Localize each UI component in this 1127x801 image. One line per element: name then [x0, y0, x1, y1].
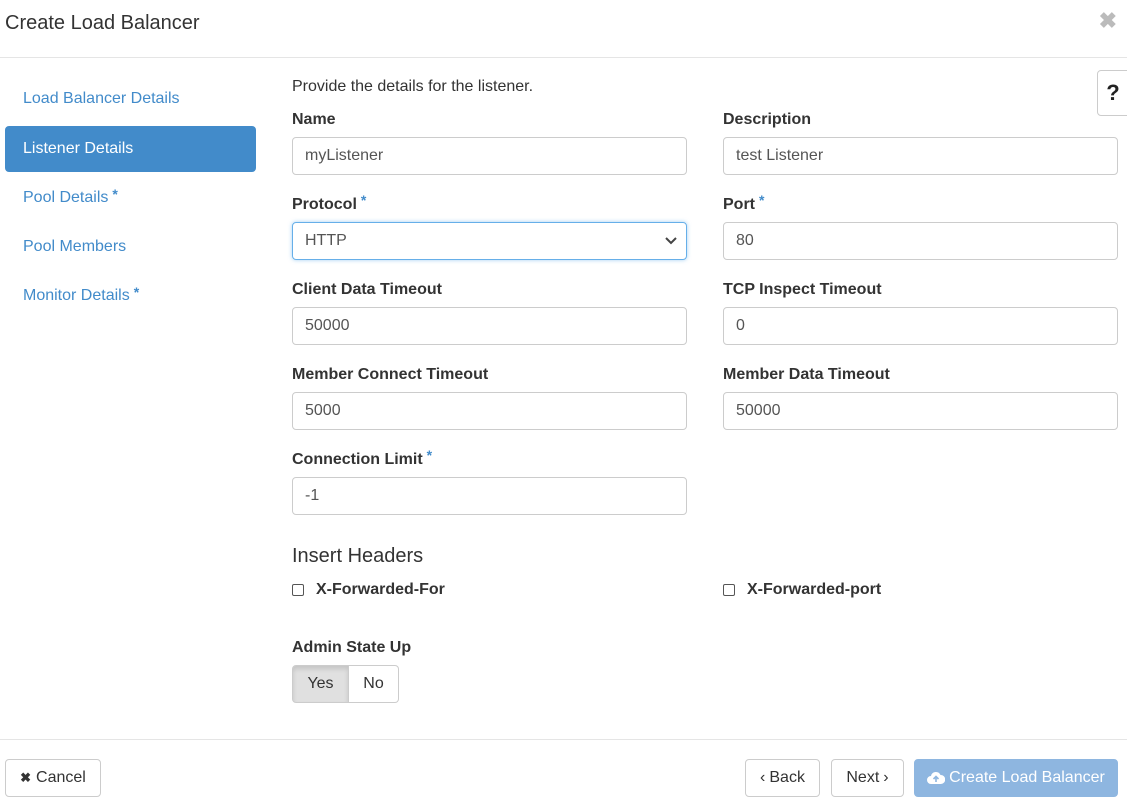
- chevron-right-icon: ›: [883, 769, 889, 786]
- client-data-timeout-label: Client Data Timeout: [292, 281, 442, 298]
- description-label: Description: [723, 111, 812, 128]
- sidebar-item-label: Pool Members: [23, 238, 127, 255]
- next-label: Next: [846, 769, 880, 786]
- member-connect-timeout-label: Member Connect Timeout: [292, 366, 489, 383]
- admin-state-toggle: Yes No: [292, 665, 399, 703]
- protocol-label-text: Protocol: [292, 196, 357, 213]
- port-label: Port *: [723, 192, 764, 214]
- port-input[interactable]: [723, 222, 1118, 260]
- cloud-upload-icon: [927, 771, 946, 784]
- cancel-button[interactable]: ✖ Cancel: [5, 759, 101, 797]
- connection-limit-input[interactable]: [292, 477, 687, 515]
- client-data-timeout-input[interactable]: [292, 307, 687, 345]
- required-mark: *: [360, 192, 367, 208]
- protocol-label: Protocol *: [292, 192, 366, 214]
- tcp-inspect-timeout-input[interactable]: [723, 307, 1118, 345]
- create-label: Create Load Balancer: [949, 769, 1105, 786]
- checkbox-icon[interactable]: [292, 583, 304, 596]
- dialog-title: Create Load Balancer: [5, 12, 200, 34]
- sidebar-item-pool-details[interactable]: Pool Details *: [5, 175, 256, 221]
- admin-state-yes-button[interactable]: Yes: [292, 665, 349, 703]
- chevron-down-icon: [665, 237, 677, 245]
- back-button[interactable]: ‹ Back: [745, 759, 820, 797]
- sidebar-item-load-balancer-details[interactable]: Load Balancer Details: [5, 76, 256, 122]
- protocol-value: HTTP: [305, 232, 347, 249]
- required-mark: *: [133, 284, 140, 300]
- close-icon: ✖: [20, 770, 32, 785]
- required-mark: *: [112, 186, 118, 202]
- footer-divider: [0, 739, 1127, 740]
- sidebar-item-label: Listener Details: [23, 140, 134, 157]
- member-data-timeout-label: Member Data Timeout: [723, 366, 890, 383]
- x-forwarded-for-checkbox[interactable]: X-Forwarded-For: [292, 581, 445, 599]
- close-icon[interactable]: ✖: [1099, 8, 1117, 34]
- tcp-inspect-timeout-label: TCP Inspect Timeout: [723, 281, 882, 298]
- chevron-left-icon: ‹: [760, 769, 766, 786]
- name-label: Name: [292, 111, 336, 128]
- admin-state-no-button[interactable]: No: [349, 665, 399, 703]
- sidebar-item-pool-members[interactable]: Pool Members: [5, 224, 256, 270]
- connection-limit-label: Connection Limit *: [292, 447, 432, 469]
- back-label: Back: [769, 769, 805, 786]
- form-intro: Provide the details for the listener.: [292, 78, 534, 95]
- header-divider: [0, 57, 1127, 58]
- x-forwarded-port-label: X-Forwarded-port: [747, 581, 882, 598]
- sidebar-item-label: Pool Details: [23, 189, 109, 206]
- connection-limit-label-text: Connection Limit: [292, 451, 423, 468]
- sidebar-item-label: Load Balancer Details: [23, 90, 180, 107]
- member-data-timeout-input[interactable]: [723, 392, 1118, 430]
- protocol-select[interactable]: HTTP: [292, 222, 687, 260]
- x-forwarded-port-checkbox[interactable]: X-Forwarded-port: [723, 581, 881, 599]
- sidebar-item-monitor-details[interactable]: Monitor Details *: [5, 273, 256, 319]
- cancel-label: Cancel: [36, 769, 86, 786]
- insert-headers-title: Insert Headers: [292, 545, 424, 567]
- name-input[interactable]: [292, 137, 687, 175]
- required-mark: *: [426, 447, 433, 463]
- sidebar-item-listener-details[interactable]: Listener Details: [5, 126, 256, 172]
- checkbox-icon[interactable]: [723, 583, 735, 596]
- port-label-text: Port: [723, 196, 755, 213]
- admin-state-label: Admin State Up: [292, 639, 412, 656]
- next-button[interactable]: Next ›: [831, 759, 904, 797]
- description-input[interactable]: [723, 137, 1118, 175]
- member-connect-timeout-input[interactable]: [292, 392, 687, 430]
- create-load-balancer-button[interactable]: Create Load Balancer: [914, 759, 1118, 797]
- required-mark: *: [759, 192, 765, 208]
- sidebar-item-label: Monitor Details: [23, 287, 130, 304]
- help-icon[interactable]: ?: [1097, 70, 1127, 116]
- x-forwarded-for-label: X-Forwarded-For: [316, 581, 445, 598]
